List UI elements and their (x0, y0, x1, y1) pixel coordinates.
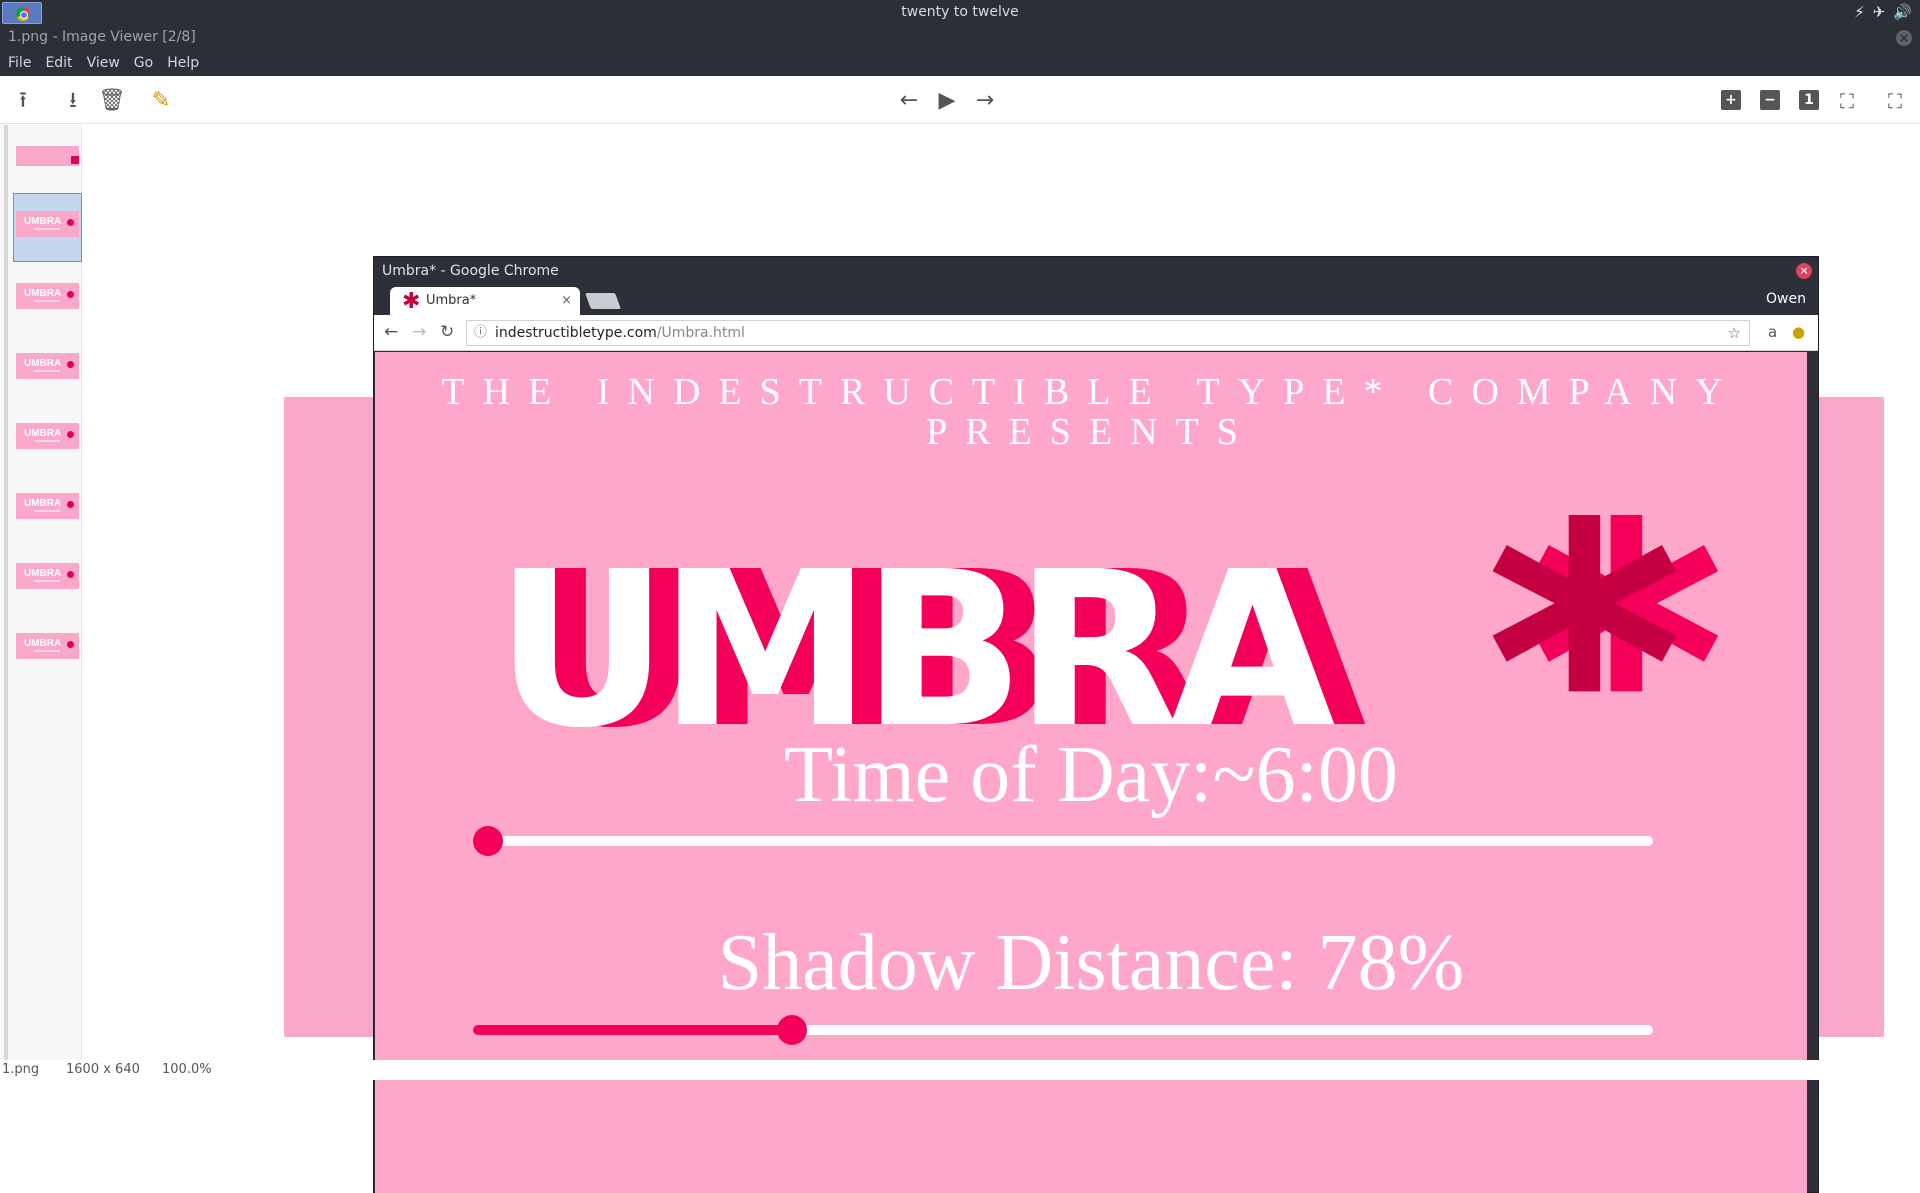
url-host: indestructibletype.com (495, 325, 657, 341)
status-filename: 1.png (2, 1062, 40, 1077)
address-bar[interactable]: ⓘ indestructibletype.com/Umbra.html ☆ (466, 320, 1750, 346)
viewer-menu-bar: File Edit View Go Help (0, 50, 1920, 76)
thumbnail-subline (34, 650, 60, 652)
time-of-day-slider[interactable] (473, 826, 1653, 856)
thumbnail-text: UMBRA (24, 568, 62, 579)
volume-icon[interactable]: 🔊 (1893, 3, 1912, 21)
viewer-title-bar: 1.png - Image Viewer [2/8] × (0, 26, 1920, 50)
menu-go[interactable]: Go (134, 55, 153, 71)
new-tab-button[interactable] (585, 293, 621, 309)
upload-icon[interactable]: ⭱ (10, 88, 36, 114)
time-slider-knob[interactable] (473, 826, 503, 856)
thumbnail-text: UMBRA (24, 216, 62, 227)
menu-file[interactable]: File (8, 55, 31, 71)
thumbnail-7[interactable]: UMBRA (16, 563, 79, 589)
extension-warning-icon[interactable]: ● (1792, 323, 1805, 341)
thumbnail-5[interactable]: UMBRA (16, 423, 79, 449)
reload-icon[interactable]: ↻ (440, 322, 454, 342)
thumbnail-2[interactable]: UMBRA (16, 211, 79, 237)
shadow-distance-label: Shadow Distance: 78% (717, 919, 1465, 1007)
shadow-slider-knob[interactable] (777, 1015, 807, 1045)
system-top-bar: twenty to twelve ⚡ ✈ 🔊 (0, 0, 1920, 26)
thumbnail-text: UMBRA (24, 288, 62, 299)
thumbnail-dot (67, 641, 74, 648)
image-canvas: Umbra* - Google Chrome × ✱ Umbra* × Owen… (83, 125, 1920, 1193)
actual-size-icon[interactable]: 1 (1799, 90, 1819, 110)
thumbnail-dot (67, 571, 74, 578)
system-clock: twenty to twelve (901, 4, 1019, 20)
thumbnail-text: UMBRA (24, 638, 62, 649)
system-tray: ⚡ ✈ 🔊 (1854, 3, 1912, 21)
viewer-close-button[interactable]: × (1896, 30, 1912, 46)
asterisk-favicon-icon: ✱ (402, 289, 421, 314)
thumbnail-subline (34, 300, 60, 302)
page-heading-line1: THE INDESTRUCTIBLE TYPE* COMPANY (441, 371, 1741, 413)
fullscreen-icon[interactable]: ⛶ (1882, 88, 1908, 114)
thumbnail-dot (67, 431, 74, 438)
status-dimensions: 1600 x 640 (66, 1062, 140, 1077)
menu-view[interactable]: View (87, 55, 120, 71)
edit-icon[interactable]: ✎ (148, 88, 174, 114)
extension-a-icon[interactable]: a (1768, 323, 1777, 341)
thumbnail-text: UMBRA (24, 358, 62, 369)
thumbnail-6[interactable]: UMBRA (16, 493, 79, 519)
tab-close-icon[interactable]: × (561, 293, 572, 308)
thumbnail-subline (34, 510, 60, 512)
network-icon[interactable]: ⚡ (1854, 3, 1865, 21)
thumbnail-dot (67, 291, 74, 298)
viewer-toolbar: ⭱ ⭳ 🗑 ✎ ← ▶ → + − 1 ⛶ ⛶ (0, 76, 1920, 124)
menu-edit[interactable]: Edit (45, 55, 72, 71)
viewer-status-bar: 1.png 1600 x 640 100.0% (0, 1060, 1920, 1080)
chrome-window-title: Umbra* - Google Chrome (382, 263, 559, 279)
trash-icon[interactable]: 🗑 (98, 88, 126, 114)
logo-main-text: UMBRA (495, 526, 1335, 775)
bluetooth-icon[interactable]: ✈ (1873, 3, 1886, 21)
zoom-out-icon[interactable]: − (1760, 90, 1780, 110)
back-icon[interactable]: ← (384, 322, 398, 342)
thumbnail-3[interactable]: UMBRA (16, 283, 79, 309)
play-icon[interactable]: ▶ (934, 88, 960, 114)
thumbnail-sidebar (0, 125, 82, 1060)
thumbnail-subline (34, 440, 60, 442)
url-path: /Umbra.html (656, 325, 745, 341)
bookmark-star-icon[interactable]: ☆ (1728, 321, 1741, 345)
thumbnail-text: UMBRA (24, 428, 62, 439)
thumbnail-subline (34, 228, 60, 230)
thumbnail-text: UMBRA (24, 498, 62, 509)
viewer-title: 1.png - Image Viewer [2/8] (8, 29, 196, 45)
download-icon[interactable]: ⭳ (60, 88, 86, 114)
tab-label: Umbra* (426, 293, 477, 308)
chrome-close-button[interactable]: × (1796, 263, 1812, 279)
thumbnail-4[interactable]: UMBRA (16, 353, 79, 379)
status-zoom: 100.0% (162, 1062, 212, 1077)
previous-arrow-icon[interactable]: ← (896, 88, 922, 114)
fit-window-icon[interactable]: ⛶ (1834, 88, 1860, 114)
site-info-icon[interactable]: ⓘ (474, 321, 487, 345)
thumbnail-dot (67, 501, 74, 508)
thumbnail-subline (34, 580, 60, 582)
sidebar-scrollbar[interactable] (4, 125, 8, 1060)
forward-icon[interactable]: → (412, 322, 426, 342)
chrome-window-screenshot: Umbra* - Google Chrome × ✱ Umbra* × Owen… (373, 256, 1819, 1193)
browser-tab[interactable]: ✱ Umbra* × (390, 287, 580, 315)
thumbnail-subline (34, 370, 60, 372)
thumbnail-mark (71, 156, 79, 164)
shadow-slider-fill (473, 1025, 792, 1035)
zoom-in-icon[interactable]: + (1721, 90, 1741, 110)
profile-name[interactable]: Owen (1766, 291, 1806, 307)
shadow-distance-slider[interactable] (473, 1015, 1653, 1045)
thumbnail-8[interactable]: UMBRA (16, 633, 79, 659)
next-arrow-icon[interactable]: → (972, 88, 998, 114)
thumbnail-dot (67, 361, 74, 368)
thumbnail-1[interactable] (16, 146, 79, 166)
thumbnail-dot (67, 219, 74, 226)
menu-help[interactable]: Help (167, 55, 199, 71)
address-toolbar: ← → ↻ ⓘ indestructibletype.com/Umbra.htm… (374, 315, 1818, 351)
time-of-day-label: Time of Day:~6:00 (784, 731, 1398, 819)
